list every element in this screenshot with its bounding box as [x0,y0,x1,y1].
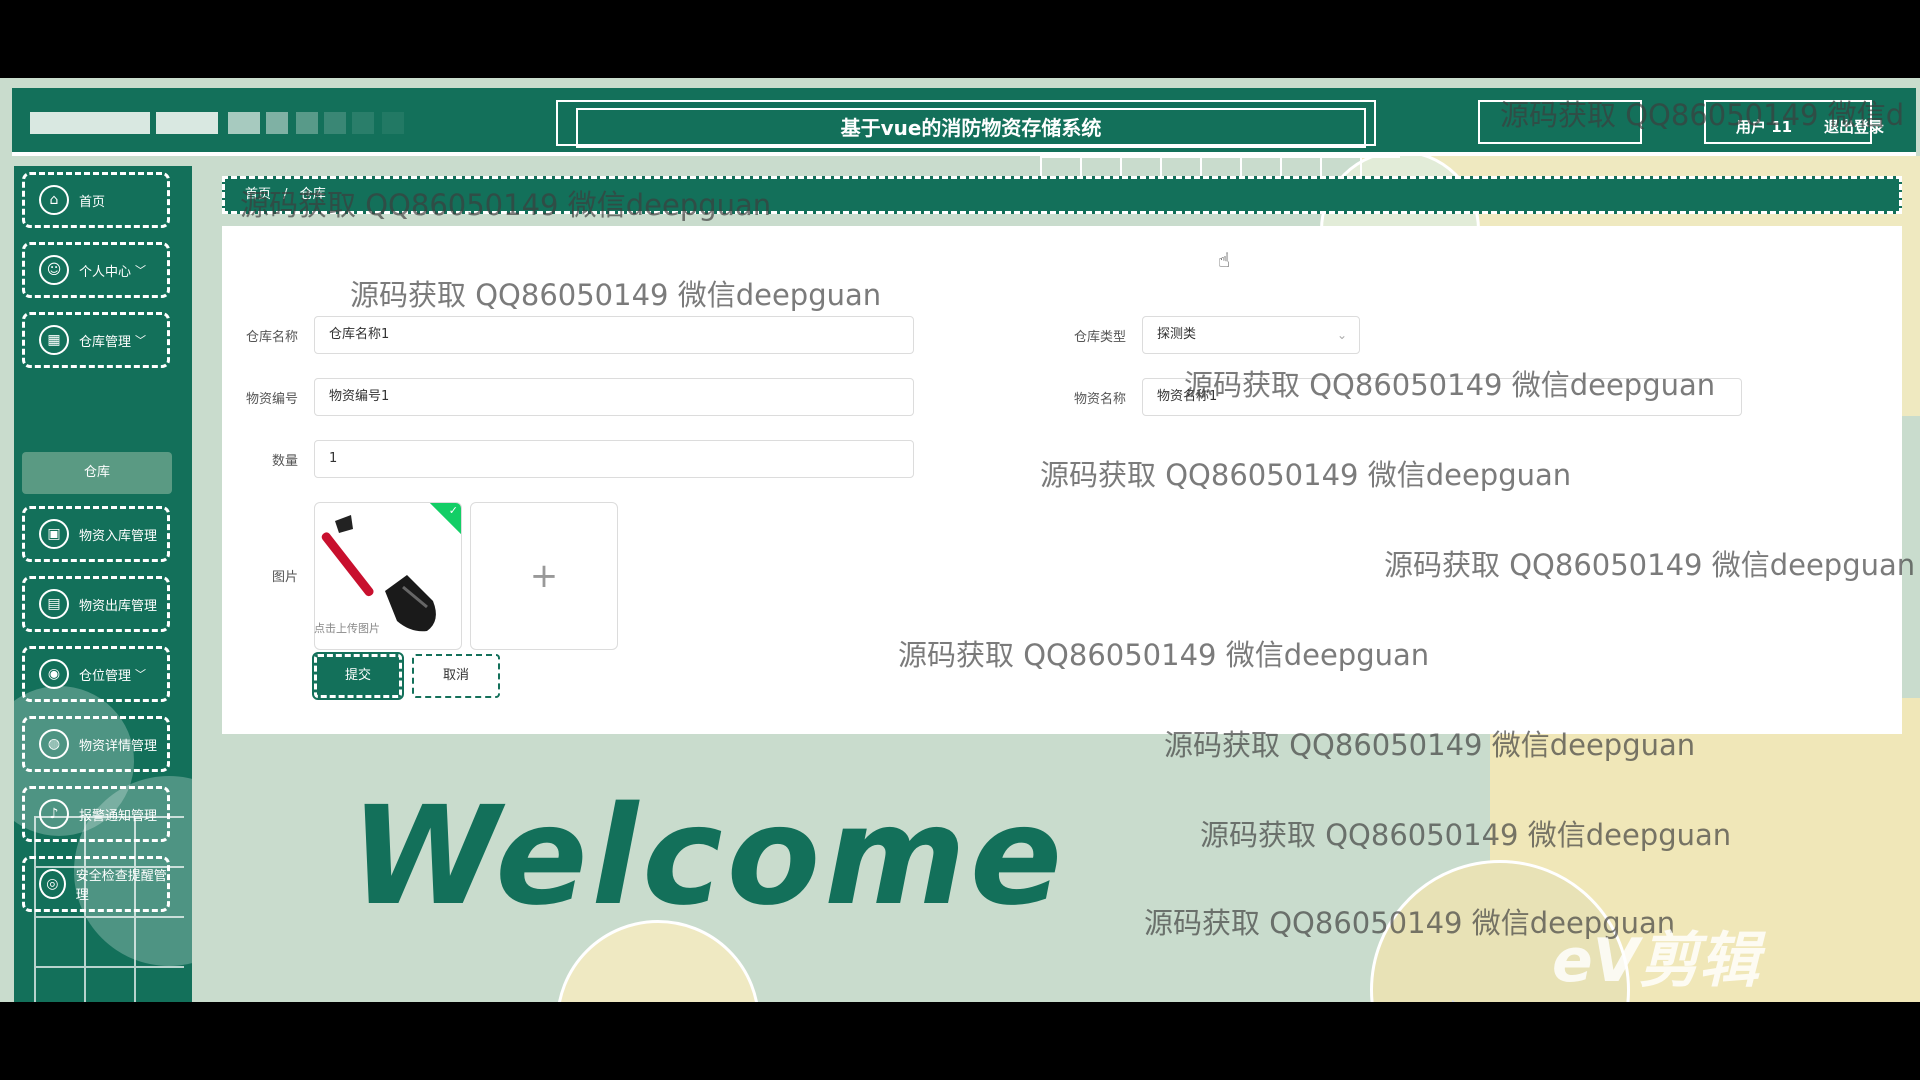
upload-hint: 点击上传图片 [314,622,380,635]
location-icon: ◉ [39,659,69,689]
box-in-icon: ▣ [39,519,69,549]
sidebar-item-label: 个人中心 [79,264,132,280]
shield-icon: ◎ [39,869,66,899]
check-icon: ✓ [448,504,458,517]
video-logo-play-icon [1452,1000,1504,1002]
header-deco-bar [296,112,318,134]
chevron-down-icon: ⌄ [1336,328,1347,342]
sidebar-item-stock-out[interactable]: ▤ 物资出库管理 [22,576,170,632]
video-logo: eV剪辑 [1552,926,1760,996]
watermark: 源码获取 QQ86050149 微信deepguan [1164,728,1696,762]
warehouse-type-label: 仓库类型 [1073,330,1126,345]
app-window: Welcome 基于vue的消防物资存储系统 用户 11 退出登录 ⌂ 首页 ☺… [0,78,1920,1002]
sidebar-item-label: 仓位管理 [79,668,132,684]
watermark: 源码获取 QQ86050149 微信deepguan [350,278,882,312]
background-grid [1040,156,1400,176]
sidebar-item-safety[interactable]: ◎ 安全检查提醒管理 [22,856,170,912]
sidebar-item-label: 报警通知管理 [79,808,158,824]
sidebar-item-profile[interactable]: ☺ 个人中心 ﹀ [22,242,170,298]
chevron-down-icon: ﹀ [135,334,147,347]
watermark: 源码获取 QQ86050149 微信deepguan [240,188,772,222]
cancel-button[interactable]: 取消 [412,654,500,698]
sidebar-item-alarm[interactable]: ♪ 报警通知管理 [22,786,170,842]
header-deco-bar [324,112,346,134]
sidebar-item-label: 物资出库管理 [79,598,158,614]
warehouse-name-label: 仓库名称 [245,330,298,345]
sidebar-item-warehouse[interactable]: ▦ 仓库管理 ﹀ [22,312,170,368]
sidebar-item-label: 仓库管理 [79,334,132,350]
sidebar-item-label: 物资详情管理 [79,738,158,754]
grid-icon: ▦ [39,325,69,355]
sidebar-item-label: 安全检查提醒管理 [75,869,167,903]
detail-icon: ◍ [39,729,69,759]
header-deco-bar [30,112,150,134]
sidebar-item-label: 首页 [79,194,106,210]
home-icon: ⌂ [39,185,69,215]
item-code-label: 物资编号 [245,392,298,407]
sidebar-subitem-warehouse[interactable]: 仓库 [22,452,172,494]
sidebar-item-location[interactable]: ◉ 仓位管理 ﹀ [22,646,170,702]
sidebar-item-detail[interactable]: ◍ 物资详情管理 [22,716,170,772]
quantity-label: 数量 [271,454,298,469]
app-title-frame: 基于vue的消防物资存储系统 [556,100,1376,148]
app-title: 基于vue的消防物资存储系统 [576,108,1366,148]
watermark: 源码获取 QQ86050149 微信deepguan [1200,818,1732,852]
sidebar: ⌂ 首页 ☺ 个人中心 ﹀ ▦ 仓库管理 ﹀ 仓库 ▣ 物资入库管理 ▤ 物资出… [14,166,192,1002]
chevron-down-icon: ﹀ [135,668,147,681]
item-name-label: 物资名称 [1073,392,1126,407]
watermark: 源码获取 QQ86050149 微信deepguan [1040,458,1572,492]
warehouse-type-select[interactable]: 探测类 ⌄ [1142,316,1360,354]
header-deco-bar [266,112,288,134]
watermark: 源码获取 QQ86050149 微信deepguan [1384,548,1916,582]
warehouse-name-input[interactable]: 仓库名称1 [314,316,914,354]
mouse-cursor-icon: ☝ [1218,248,1231,272]
welcome-text: Welcome [350,778,1067,936]
sidebar-item-home[interactable]: ⌂ 首页 [22,172,170,228]
header-deco-bar [352,112,374,134]
submit-button[interactable]: 提交 [312,652,404,700]
header-deco-bar [156,112,218,134]
watermark: 源码获取 QQ86050149 微信deepguan [898,638,1430,672]
upload-add-button[interactable]: + [470,502,618,650]
image-label: 图片 [271,570,298,585]
warehouse-type-value: 探测类 [1157,327,1197,342]
sidebar-item-label: 物资入库管理 [79,528,158,544]
item-code-input[interactable]: 物资编号1 [314,378,914,416]
header-deco-bar [382,112,404,134]
alarm-icon: ♪ [39,799,69,829]
quantity-input[interactable]: 1 [314,440,914,478]
watermark: 源码获取 QQ86050149 微信d [1500,98,1905,132]
user-icon: ☺ [39,255,69,285]
chevron-down-icon: ﹀ [135,264,147,277]
sidebar-item-stock-in[interactable]: ▣ 物资入库管理 [22,506,170,562]
box-out-icon: ▤ [39,589,69,619]
header-deco-bar [228,112,260,134]
watermark: 源码获取 QQ86050149 微信deepguan [1184,368,1716,402]
